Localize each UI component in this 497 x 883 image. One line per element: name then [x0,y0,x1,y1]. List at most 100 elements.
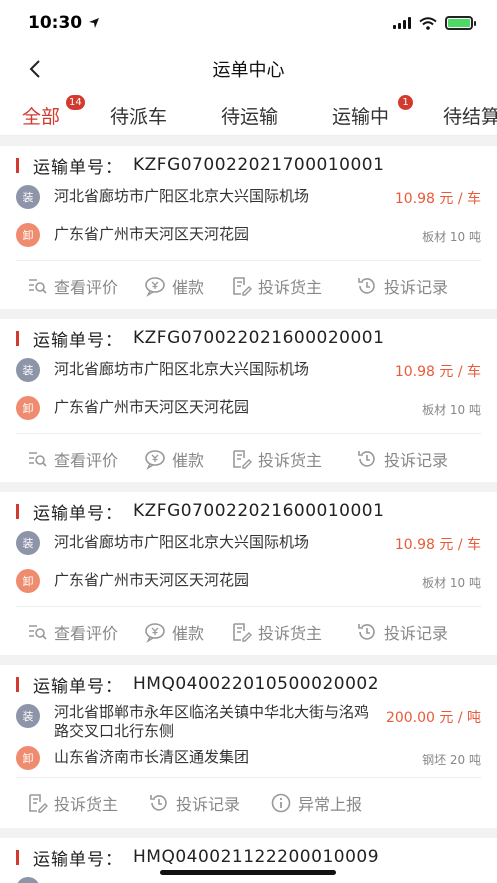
home-indicator[interactable] [160,870,336,875]
tab-pending-dispatch[interactable]: 待派车 [110,102,167,129]
report-exception-button[interactable]: 异常上报 [270,791,362,815]
complaint-history-button[interactable]: 投诉记录 [356,447,448,471]
battery-icon [445,16,476,30]
complaint-history-button[interactable]: 投诉记录 [148,791,240,815]
unload-address: 广东省广州市天河区天河花园 [54,225,250,243]
search-list-icon [29,451,47,467]
status-bar: 10:30 [0,0,497,46]
nav-bar: 运单中心 [0,46,497,92]
tab-all[interactable]: 全部 14 [22,95,85,129]
order-actions: 投诉货主 投诉记录 异常上报 [16,777,481,827]
freight-price: 10.98 元 / 车 [394,364,481,380]
search-list-icon [29,624,47,640]
accent-bar [16,330,19,346]
view-review-button[interactable]: 查看评价 [26,620,118,644]
status-time: 10:30 [28,13,100,33]
load-row [16,876,481,883]
cargo-info: 板材 10 吨 [422,230,481,244]
view-review-button[interactable]: 查看评价 [26,447,118,471]
view-review-button[interactable]: 查看评价 [26,274,118,298]
document-edit-icon [233,449,253,469]
order-header: 运输单号： HMQ040022010500020002 [16,665,481,703]
payment-reminder-button[interactable]: 催款 [144,620,204,644]
freight-price: 10.98 元 / 车 [394,537,481,553]
history-icon [358,277,375,294]
order-number: HMQ040022010500020002 [133,674,380,694]
unload-row: 卸 广东省广州市天河区天河花园 板材 10 吨 [16,222,481,260]
order-header: 运输单号： KZFG070022021700010001 [16,146,481,184]
history-icon [358,450,375,467]
load-tag: 装 [16,704,40,728]
order-number: KZFG070022021700010001 [133,155,385,175]
unload-address: 山东省济南市长清区通发集团 [54,748,250,766]
accent-bar [16,676,19,692]
payment-reminder-button[interactable]: 催款 [144,274,204,298]
load-row: 装 河北省廊坊市广阳区北京大兴国际机场 10.98 元 / 车 [16,184,481,220]
load-row: 装 河北省邯郸市永年区临洺关镇中华北大街与洺鸡路交叉口北行东侧 200.00 元… [16,703,481,745]
complain-shipper-button[interactable]: 投诉货主 [230,447,322,471]
payment-reminder-button[interactable]: 催款 [144,447,204,471]
order-actions: 查看评价 催款 投诉货主 投诉记录 [16,606,481,656]
unload-tag: 卸 [16,746,40,770]
location-arrow-icon [89,18,100,28]
signal-icon [393,17,411,29]
load-address: 河北省邯郸市永年区临洺关镇中华北大街与洺鸡路交叉口北行东侧 [54,703,370,740]
order-actions: 查看评价 催款 投诉货主 投诉记录 [16,260,481,310]
document-edit-icon [233,622,253,642]
unload-row: 卸 广东省广州市天河区天河花园 板材 10 吨 [16,568,481,606]
load-tag: 装 [16,531,40,555]
order-card[interactable]: 运输单号： HMQ040021122200010009 [0,838,497,883]
order-card[interactable]: 运输单号： KZFG070022021600020001 装 河北省廊坊市广阳区… [0,319,497,482]
chat-yuan-icon [145,276,165,297]
unload-address: 广东省广州市天河区天河花园 [54,571,250,589]
complaint-history-button[interactable]: 投诉记录 [356,620,448,644]
info-icon [271,793,291,812]
order-card[interactable]: 运输单号： HMQ040022010500020002 装 河北省邯郸市永年区临… [0,665,497,828]
history-icon [150,794,167,811]
complain-shipper-button[interactable]: 投诉货主 [230,274,322,298]
unload-address: 广东省广州市天河区天河花园 [54,398,250,416]
cargo-info: 钢坯 20 吨 [422,753,481,767]
wifi-icon [419,16,437,30]
document-edit-icon [233,276,253,296]
search-list-icon [29,278,47,294]
order-number: HMQ040021122200010009 [133,847,380,867]
status-tabs: 全部 14 待派车 待运输 运输中 1 待结算 [0,92,497,136]
unload-tag: 卸 [16,396,40,420]
page-title: 运单中心 [212,60,285,81]
tab-pending-transport[interactable]: 待运输 [221,102,278,129]
load-address: 河北省廊坊市广阳区北京大兴国际机场 [54,360,310,378]
unload-row: 卸 广东省广州市天河区天河花园 板材 10 吨 [16,395,481,433]
order-card[interactable]: 运输单号： KZFG070022021600010001 装 河北省廊坊市广阳区… [0,492,497,655]
tab-in-transit[interactable]: 运输中 1 [332,95,413,129]
unload-tag: 卸 [16,223,40,247]
load-address: 河北省廊坊市广阳区北京大兴国际机场 [54,187,310,205]
history-icon [358,623,375,640]
load-tag: 装 [16,185,40,209]
chat-yuan-icon [145,449,165,470]
tab-badge: 1 [398,95,413,110]
chevron-left-icon [29,60,40,78]
back-button[interactable] [24,58,46,80]
complain-shipper-button[interactable]: 投诉货主 [230,620,322,644]
complaint-history-button[interactable]: 投诉记录 [356,274,448,298]
freight-price: 200.00 元 / 吨 [385,710,481,726]
freight-price: 10.98 元 / 车 [394,191,481,207]
tab-badge: 14 [66,95,85,110]
complain-shipper-button[interactable]: 投诉货主 [26,791,118,815]
order-actions: 查看评价 催款 投诉货主 投诉记录 [16,433,481,483]
load-address: 河北省廊坊市广阳区北京大兴国际机场 [54,533,310,551]
order-header: 运输单号： KZFG070022021600020001 [16,319,481,357]
order-card[interactable]: 运输单号： KZFG070022021700010001 装 河北省廊坊市广阳区… [0,146,497,309]
unload-tag: 卸 [16,569,40,593]
tab-pending-settlement[interactable]: 待结算 [443,102,497,129]
load-tag [16,877,40,883]
order-list: 运输单号： KZFG070022021700010001 装 河北省廊坊市广阳区… [0,146,497,883]
document-edit-icon [29,793,48,813]
unload-row: 卸 山东省济南市长清区通发集团 钢坯 20 吨 [16,745,481,777]
accent-bar [16,157,19,173]
order-number: KZFG070022021600010001 [133,501,385,521]
chat-yuan-icon [145,622,165,643]
cargo-info: 板材 10 吨 [422,576,481,590]
order-header: 运输单号： KZFG070022021600010001 [16,492,481,530]
